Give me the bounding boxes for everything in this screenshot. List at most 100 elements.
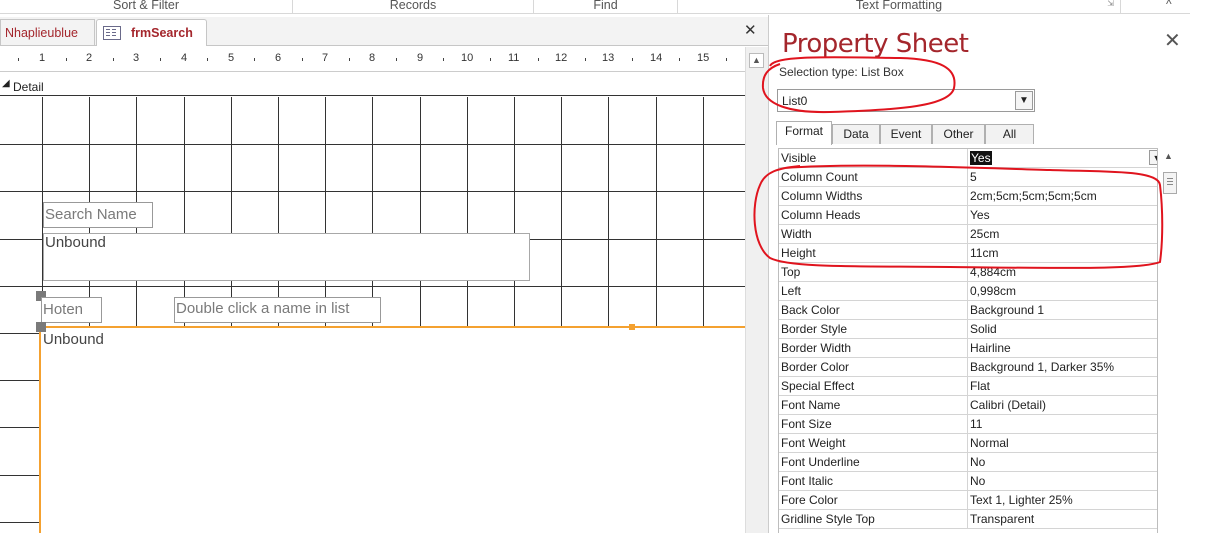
property-value[interactable]: 4,884cm [967, 263, 1157, 281]
property-row[interactable]: Border Style Solid [779, 320, 1157, 339]
property-row[interactable]: Left 0,998cm [779, 282, 1157, 301]
property-value[interactable]: 25cm [967, 225, 1157, 243]
resize-handle[interactable] [629, 324, 635, 330]
search-textbox[interactable]: Unbound [43, 233, 530, 281]
ruler-number: 4 [180, 52, 189, 64]
property-value[interactable]: No [967, 472, 1157, 490]
scrollbar-thumb[interactable] [1163, 172, 1177, 194]
property-row[interactable]: Fore Color Text 1, Lighter 25% [779, 491, 1157, 510]
tab-frmsearch[interactable]: frmSearch [96, 19, 207, 46]
search-name-label[interactable]: Search Name [43, 202, 153, 228]
dialog-launcher-icon[interactable]: ⇲ [1107, 0, 1114, 8]
object-selector-combo[interactable]: List0 ▼ [777, 89, 1035, 112]
ruler-number: 14 [649, 52, 664, 64]
property-row[interactable]: Column Count 5 [779, 168, 1157, 187]
scroll-up-icon[interactable]: ▲ [1164, 151, 1173, 161]
ribbon-group-text-formatting: Text Formatting ⇲ [678, 0, 1121, 13]
tab-event[interactable]: Event [880, 124, 932, 144]
property-value[interactable]: Yes [967, 149, 1157, 167]
property-row[interactable]: Gridline Style Top Transparent [779, 510, 1157, 529]
property-row[interactable]: Visible Yes ▼ [779, 149, 1157, 168]
property-row[interactable]: Back Color Background 1 [779, 301, 1157, 320]
tab-format[interactable]: Format [776, 121, 832, 145]
tab-data[interactable]: Data [832, 124, 880, 144]
ruler-number: 15 [696, 52, 711, 64]
property-row[interactable]: Font Weight Normal [779, 434, 1157, 453]
property-value[interactable]: Background 1 [967, 301, 1157, 319]
property-row[interactable]: Width 25cm [779, 225, 1157, 244]
chevron-down-icon[interactable]: ▼ [1149, 150, 1157, 165]
tab-label: frmSearch [131, 26, 193, 40]
property-value[interactable]: Hairline [967, 339, 1157, 357]
property-row[interactable]: Border Color Background 1, Darker 35% [779, 358, 1157, 377]
property-value[interactable]: No [967, 453, 1157, 471]
tab-all[interactable]: All [985, 124, 1034, 144]
ruler-number: 6 [274, 52, 283, 64]
property-name: Column Widths [781, 189, 863, 203]
selection-type-text: Selection type: List Box [779, 65, 904, 79]
property-name: Gridline Style Top [781, 512, 875, 526]
property-name: Back Color [781, 303, 840, 317]
property-row[interactable]: Height 11cm [779, 244, 1157, 263]
object-selector-value: List0 [782, 94, 808, 108]
property-value[interactable]: 0,998cm [967, 282, 1157, 300]
section-label: Detail [13, 80, 44, 94]
property-sheet-title: Property Sheet [782, 29, 969, 59]
property-value[interactable]: Transparent [967, 510, 1157, 528]
tab-label: Nhaplieublue [5, 26, 78, 40]
property-value[interactable]: 2cm;5cm;5cm;5cm;5cm [967, 187, 1157, 205]
property-row[interactable]: Font Size 11 [779, 415, 1157, 434]
property-value[interactable]: Normal [967, 434, 1157, 452]
move-handle[interactable] [36, 322, 46, 332]
close-icon[interactable]: ✕ [1164, 28, 1181, 53]
section-bar-detail[interactable]: ◢ Detail [0, 77, 745, 96]
property-value[interactable]: Flat [967, 377, 1157, 395]
form-design-grid[interactable]: Search Name Unbound Hoten Double click a… [0, 97, 745, 533]
ribbon-group-label: Text Formatting [855, 0, 943, 12]
property-name: Column Count [781, 170, 858, 184]
property-row[interactable]: Top 4,884cm [779, 263, 1157, 282]
property-value[interactable]: Yes [967, 206, 1157, 224]
property-name: Font Underline [781, 455, 860, 469]
property-name: Special Effect [781, 379, 855, 393]
chevron-down-icon[interactable]: ▼ [1015, 91, 1033, 110]
ribbon-group-label: Find [593, 0, 618, 12]
property-row[interactable]: Font Underline No [779, 453, 1157, 472]
design-vertical-scrollbar[interactable]: ▲ [745, 47, 768, 533]
form-icon [103, 25, 121, 40]
property-row[interactable]: Font Name Calibri (Detail) [779, 396, 1157, 415]
ruler-number: 2 [85, 52, 94, 64]
property-value[interactable]: 5 [967, 168, 1157, 186]
property-value[interactable]: 11 [967, 415, 1157, 433]
property-row[interactable]: Special Effect Flat [779, 377, 1157, 396]
tab-other[interactable]: Other [932, 124, 985, 144]
property-value[interactable]: Background 1, Darker 35% [967, 358, 1157, 376]
property-value-selected: Yes [970, 151, 992, 165]
ruler-number: 8 [368, 52, 377, 64]
property-value[interactable]: Solid [967, 320, 1157, 338]
property-value[interactable]: 11cm [967, 244, 1157, 262]
property-value[interactable]: Text 1, Lighter 25% [967, 491, 1157, 509]
property-row[interactable]: Border Width Hairline [779, 339, 1157, 358]
property-name: Width [781, 227, 812, 241]
close-document-icon[interactable]: ✕ [744, 21, 757, 39]
property-grid-scrollbar[interactable]: ▲ [1161, 148, 1177, 533]
property-row[interactable]: Font Italic No [779, 472, 1157, 491]
hoten-label[interactable]: Hoten [41, 297, 102, 323]
property-row[interactable]: Column Heads Yes [779, 206, 1157, 225]
collapse-ribbon-icon[interactable]: ^ [1166, 0, 1172, 11]
scroll-up-icon[interactable]: ▲ [749, 53, 764, 68]
double-click-hint-label[interactable]: Double click a name in list [174, 297, 381, 323]
property-row[interactable]: Column Widths 2cm;5cm;5cm;5cm;5cm [779, 187, 1157, 206]
property-value[interactable]: Calibri (Detail) [967, 396, 1157, 414]
section-collapse-icon[interactable]: ◢ [2, 78, 10, 89]
property-name: Top [781, 265, 801, 279]
property-name: Font Italic [781, 474, 834, 488]
selection-border-top [40, 326, 745, 328]
property-name: Border Style [781, 322, 848, 336]
property-name: Font Size [781, 417, 832, 431]
horizontal-ruler: 1 2 3 4 5 6 7 8 9 10 11 12 13 14 15 [0, 47, 745, 72]
tab-nhaplieublue[interactable]: Nhaplieublue [0, 19, 95, 45]
ruler-number: 11 [507, 52, 521, 64]
list-box-list0[interactable]: Unbound [41, 327, 745, 533]
